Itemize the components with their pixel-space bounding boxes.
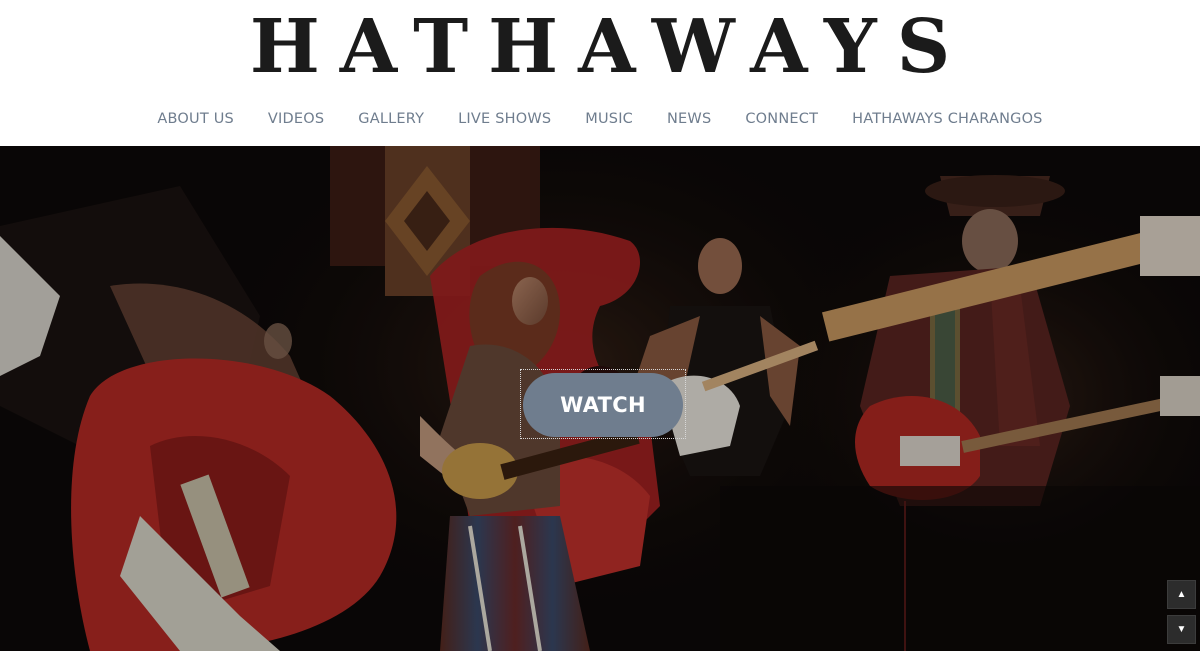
- watch-button-focus-frame: WATCH: [520, 369, 686, 439]
- page: HATHAWAYS ABOUT US VIDEOS GALLERY LIVE S…: [0, 0, 1200, 651]
- nav-item-hathaways-charangos[interactable]: HATHAWAYS CHARANGOS: [835, 111, 1059, 127]
- scroll-down-button[interactable]: ▼: [1167, 615, 1196, 644]
- nav-item-live-shows[interactable]: LIVE SHOWS: [441, 111, 568, 127]
- nav-item-videos[interactable]: VIDEOS: [251, 111, 341, 127]
- nav-item-music[interactable]: MUSIC: [568, 111, 650, 127]
- triangle-up-icon: ▲: [1176, 589, 1187, 600]
- nav-item-gallery[interactable]: GALLERY: [341, 111, 441, 127]
- scroll-up-button[interactable]: ▲: [1167, 580, 1196, 609]
- nav-item-connect[interactable]: CONNECT: [728, 111, 835, 127]
- nav-item-about-us[interactable]: ABOUT US: [140, 111, 251, 127]
- triangle-down-icon: ▼: [1176, 624, 1187, 635]
- site-logo[interactable]: HATHAWAYS: [0, 6, 1200, 88]
- nav-item-news[interactable]: NEWS: [650, 111, 728, 127]
- main-nav: ABOUT US VIDEOS GALLERY LIVE SHOWS MUSIC…: [0, 104, 1200, 134]
- watch-button[interactable]: WATCH: [523, 373, 683, 437]
- site-header: HATHAWAYS ABOUT US VIDEOS GALLERY LIVE S…: [0, 0, 1200, 146]
- hero-section: WATCH ▲ ▼: [0, 146, 1200, 651]
